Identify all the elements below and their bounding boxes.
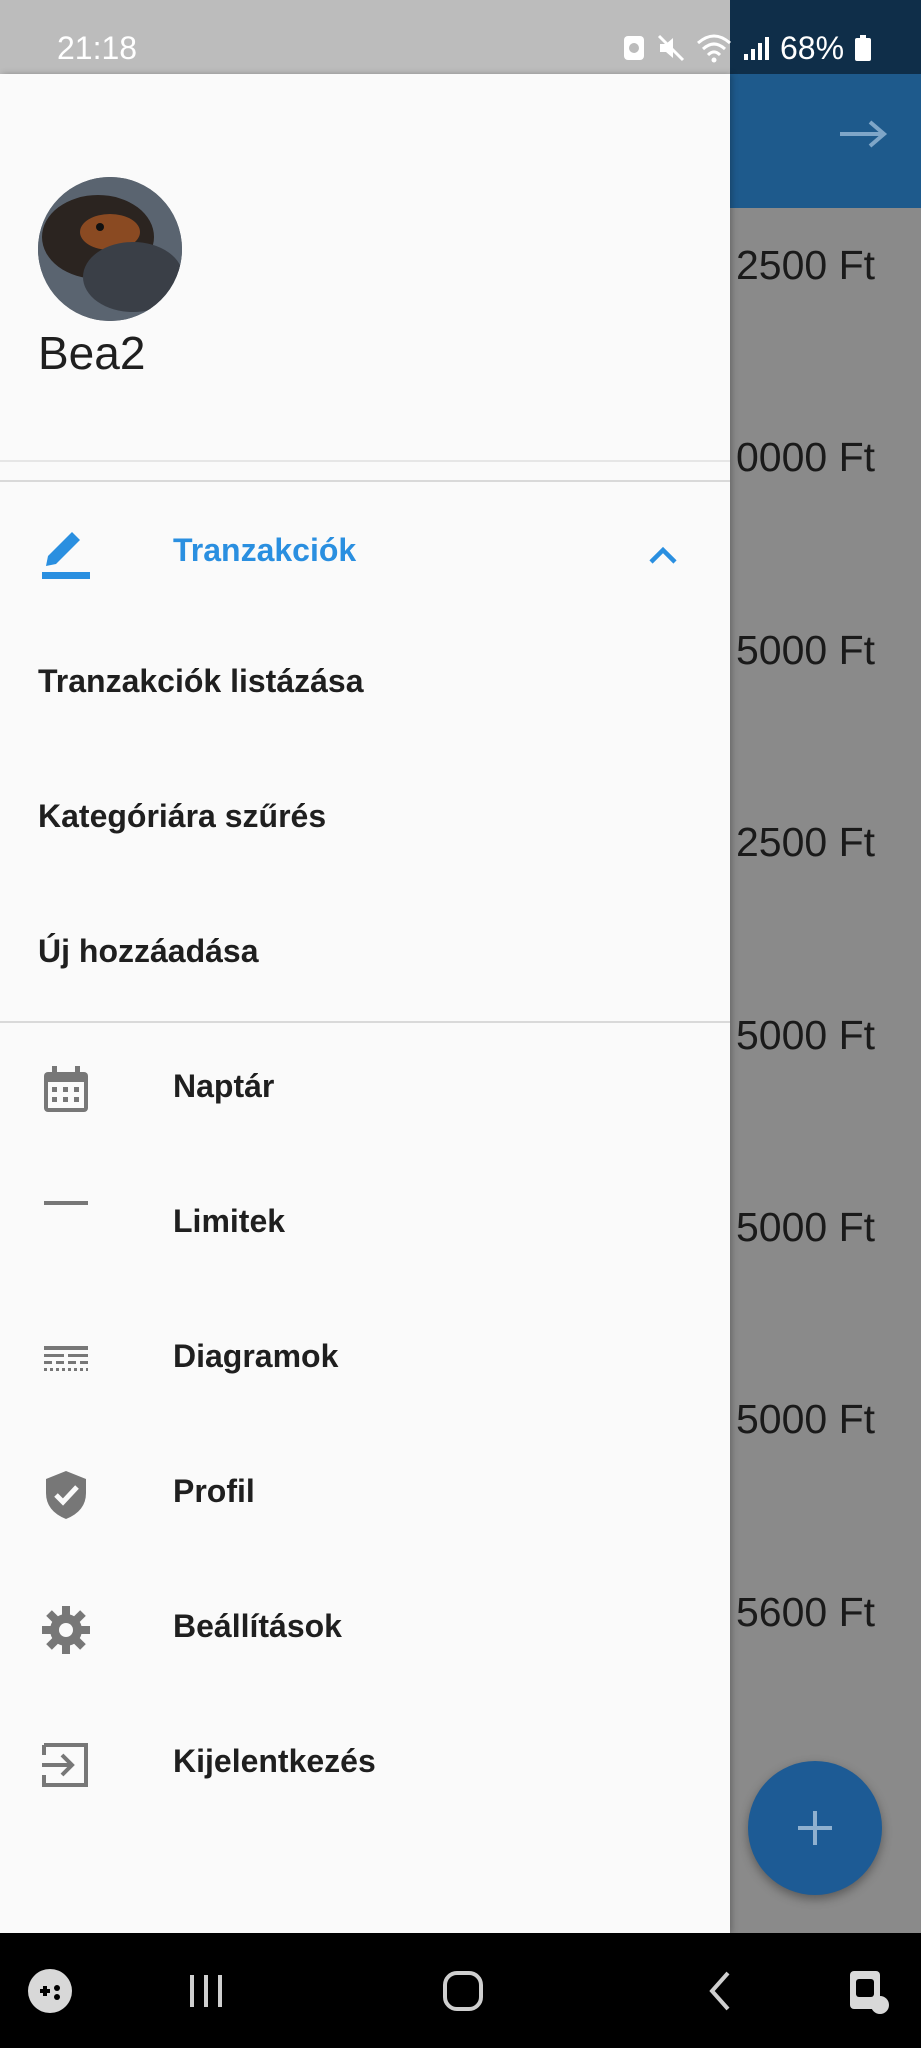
drawer-item-label: Limitek [173, 1203, 286, 1239]
status-bar: 21:18 68% [0, 0, 921, 74]
drawer-section-tranzakciok[interactable]: Tranzakciók [0, 488, 730, 618]
chevron-up-icon[interactable] [643, 536, 683, 576]
amount-text: 2500 Ft [736, 242, 876, 288]
arrow-right-icon[interactable] [838, 110, 888, 170]
add-button[interactable] [748, 1761, 882, 1895]
drawer-item-label: Kijelentkezés [173, 1743, 376, 1779]
calendar-icon [44, 1066, 88, 1112]
drawer-item-limitek[interactable]: Limitek [0, 1159, 730, 1289]
battery-level: 68% [780, 29, 845, 66]
amount-text: 5600 Ft [736, 1589, 876, 1635]
home-button[interactable] [435, 1963, 491, 2019]
battery-icon [855, 35, 872, 61]
wifi-icon [697, 34, 731, 63]
amount-text: 5000 Ft [736, 627, 876, 673]
drawer-item-label: Diagramok [173, 1338, 339, 1374]
status-icons: 68% [622, 28, 872, 68]
divider [0, 1021, 730, 1023]
plus-icon [798, 1811, 832, 1845]
recents-icon [190, 1975, 222, 2007]
drawer-section-label: Tranzakciók [173, 532, 357, 568]
amount-text: 5000 Ft [736, 1012, 876, 1058]
drawer-subitem-label: Új hozzáadása [38, 933, 259, 969]
drawer-item-naptar[interactable]: Naptár [0, 1024, 730, 1154]
drawer-item-beallitasok[interactable]: Beállítások [0, 1564, 730, 1694]
accessibility-button[interactable] [842, 1963, 894, 2019]
drawer-subitem-uj-hozzaadasa[interactable]: Új hozzáadása [0, 889, 730, 1019]
amount-text: 2500 Ft [736, 819, 876, 865]
amount-text: 5000 Ft [736, 1396, 876, 1442]
divider [0, 460, 730, 462]
back-icon [709, 1971, 730, 2011]
drawer-subitem-tranzakciok-listazasa[interactable]: Tranzakciók listázása [0, 619, 730, 749]
lines-icon [44, 1346, 88, 1371]
drawer-subitem-label: Kategóriára szűrés [38, 798, 327, 834]
drawer-item-label: Naptár [173, 1068, 275, 1104]
shield-check-icon [46, 1471, 86, 1519]
back-button[interactable] [694, 1963, 746, 2019]
drawer-item-profil[interactable]: Profil [0, 1429, 730, 1559]
status-time: 21:18 [57, 30, 138, 66]
system-nav-bar [0, 1933, 921, 2048]
screenshot-icon [624, 36, 644, 60]
amount-text: 5000 Ft [736, 1204, 876, 1250]
drawer-item-diagramok[interactable]: Diagramok [0, 1294, 730, 1424]
signal-icon [744, 37, 769, 60]
login-icon [42, 1743, 88, 1787]
home-icon [443, 1971, 483, 2011]
drawer-item-label: Profil [173, 1473, 255, 1509]
navigation-drawer: Bea2 Tranzakciók Tranzakciók listázása K… [0, 74, 730, 1933]
recents-button[interactable] [180, 1963, 232, 2019]
avatar[interactable] [38, 177, 182, 321]
drawer-subitem-kategoriara-szures[interactable]: Kategóriára szűrés [0, 754, 730, 884]
username: Bea2 [38, 327, 146, 379]
minus-icon [44, 1201, 88, 1205]
drawer-subitem-label: Tranzakciók listázása [38, 663, 364, 699]
gear-icon [42, 1606, 90, 1654]
game-launcher-button[interactable] [24, 1963, 76, 2019]
divider [0, 480, 730, 482]
game-launcher-icon [28, 1969, 72, 2013]
edit-icon [42, 532, 90, 579]
amount-text: 0000 Ft [736, 434, 876, 480]
accessibility-icon [850, 1971, 889, 2014]
mute-icon [657, 34, 685, 62]
drawer-item-kijelentkezes[interactable]: Kijelentkezés [0, 1699, 730, 1829]
drawer-item-label: Beállítások [173, 1608, 342, 1644]
